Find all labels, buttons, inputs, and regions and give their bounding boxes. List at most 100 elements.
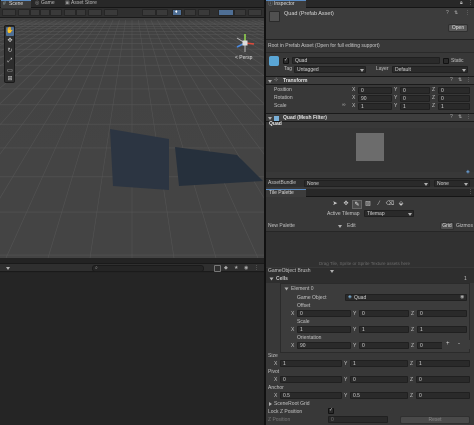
rect-tool-icon[interactable]: ▭	[6, 67, 14, 76]
pivot-z-field[interactable]: 0	[416, 376, 470, 383]
anchor-y-field[interactable]: 0.5	[350, 392, 408, 399]
remove-element-button[interactable]: -	[458, 341, 460, 347]
active-checkbox[interactable]: ✓	[283, 58, 289, 64]
reset-button[interactable]: Reset	[400, 416, 470, 424]
grid-visibility-button[interactable]	[184, 9, 196, 16]
cell-scale-z-field[interactable]: 1	[417, 326, 467, 333]
grid-toggle-button[interactable]: Grid	[440, 222, 454, 230]
anchor-z-field[interactable]: 0	[416, 392, 470, 399]
scene-light-toggle[interactable]	[198, 9, 210, 16]
audio-toggle[interactable]	[40, 9, 50, 16]
lock-icon[interactable]: 🔒︎	[460, 1, 463, 6]
gizmo-toggle[interactable]	[218, 9, 234, 16]
camera-settings-button[interactable]	[142, 9, 156, 16]
tab-asset-store[interactable]: ▣ Asset Store	[63, 0, 105, 8]
pivot-y-field[interactable]: 0	[350, 376, 408, 383]
asset-bundle-dropdown[interactable]: None	[304, 180, 430, 187]
project-search-input[interactable]: ⌕	[92, 265, 204, 272]
persp-label[interactable]: < Persp	[235, 56, 252, 61]
position-y-field[interactable]: 0	[400, 87, 430, 94]
transform-tool-icon[interactable]: ⊞	[6, 76, 14, 83]
rotation-z-field[interactable]: 0	[438, 95, 470, 102]
palette-dropdown-label[interactable]: New Palette	[268, 224, 295, 229]
move-tool-icon[interactable]: ✥	[6, 37, 14, 46]
scale-z-field[interactable]: 1	[438, 103, 470, 110]
scale-tool-icon[interactable]: ⤢	[6, 57, 14, 66]
visibility-icon[interactable]: ◉	[244, 265, 251, 272]
context-menu-icon[interactable]: ⋮	[465, 11, 470, 16]
flood-fill-icon[interactable]: ⬙	[396, 200, 406, 209]
transform-presets-icon[interactable]: ⇅	[458, 78, 462, 83]
game-object-field[interactable]: ◈ Quad ◉	[345, 294, 467, 301]
tab-game[interactable]: ◎ Game	[32, 0, 62, 8]
move-palette-tool-icon[interactable]: ✥	[341, 200, 351, 209]
transform-header[interactable]: ⊹ Transform ? ⇅ ⋮	[266, 76, 474, 85]
visibility-toggle[interactable]	[64, 9, 76, 16]
rotate-tool-icon[interactable]: ↻	[6, 47, 14, 56]
scale-x-field[interactable]: 1	[358, 103, 392, 110]
mesh-filter-menu-icon[interactable]: ⋮	[466, 115, 471, 120]
object-picker-icon[interactable]: ◉	[460, 295, 464, 300]
open-prefab-button[interactable]: Open	[448, 24, 468, 32]
scene-viewport[interactable]: ✋ ✥ ↻ ⤢ ▭ ⊞ < Persp	[0, 18, 264, 258]
anchor-x-field[interactable]: 0.5	[280, 392, 342, 399]
hand-tool-icon[interactable]: ✋	[6, 27, 14, 36]
tab-inspector[interactable]: ⓘ Inspector	[266, 0, 306, 8]
tab-menu-icon[interactable]: ⋮	[468, 1, 473, 6]
offset-y-field[interactable]: 0	[359, 310, 409, 317]
cell-scale-x-field[interactable]: 1	[297, 326, 351, 333]
paint-brush-icon[interactable]: ✎	[352, 200, 362, 209]
create-dropdown[interactable]	[4, 265, 12, 271]
filter-by-type-icon[interactable]	[214, 265, 221, 272]
transform-menu-icon[interactable]: ⋮	[466, 78, 471, 83]
z-position-field[interactable]: 0	[328, 416, 388, 423]
active-tilemap-dropdown[interactable]: Tilemap	[364, 210, 414, 217]
constrain-proportions-icon[interactable]: ∞	[342, 103, 346, 108]
position-z-field[interactable]: 0	[438, 87, 470, 94]
tile-palette-toggle[interactable]: ♦	[172, 9, 182, 16]
transform-help-icon[interactable]: ?	[450, 78, 453, 83]
tab-scene[interactable]: # Scene	[1, 0, 31, 8]
position-x-field[interactable]: 0	[358, 87, 392, 94]
tab-tile-palette[interactable]: Tile Palette	[266, 189, 306, 197]
gizmos-toggle-button[interactable]: Gizmos	[456, 224, 473, 229]
select-tool-icon[interactable]: ➤	[330, 200, 340, 209]
size-y-field[interactable]: 1	[350, 360, 408, 367]
mesh-filter-header[interactable]: Quad (Mesh Filter) ? ⇅ ⋮	[266, 113, 474, 122]
object-name-field[interactable]: Quad	[292, 57, 440, 64]
filter-by-label-icon[interactable]: ◆	[224, 265, 231, 272]
size-z-field[interactable]: 1	[416, 360, 470, 367]
static-checkbox[interactable]	[443, 58, 449, 64]
brush-dropdown-label[interactable]: GameObject Brush	[268, 269, 311, 274]
asset-bundle-variant-dropdown[interactable]: None	[434, 180, 470, 187]
presets-icon[interactable]: ⇅	[454, 11, 458, 16]
gizmos-dropdown[interactable]	[234, 9, 246, 16]
rotation-x-field[interactable]: 90	[358, 95, 392, 102]
lock-z-position-checkbox[interactable]: ✓	[328, 408, 334, 414]
tile-palette-menu-icon[interactable]: ⋮	[468, 190, 473, 195]
cell-scale-y-field[interactable]: 1	[359, 326, 409, 333]
orientation-x-field[interactable]: 90	[297, 342, 351, 349]
offset-x-field[interactable]: 0	[297, 310, 351, 317]
layer-dropdown[interactable]: Default	[392, 66, 468, 73]
scale-y-field[interactable]: 1	[400, 103, 430, 110]
count-icon[interactable]: ⋮	[254, 265, 262, 272]
mesh-filter-presets-icon[interactable]: ⇅	[458, 115, 462, 120]
scene-more-button[interactable]	[248, 9, 262, 16]
grid-toggle[interactable]	[88, 9, 102, 16]
mesh-filter-help-icon[interactable]: ?	[450, 115, 453, 120]
box-fill-icon[interactable]: ▨	[363, 200, 373, 209]
hidden-objects-toggle[interactable]	[76, 9, 86, 16]
help-icon[interactable]: ?	[446, 11, 449, 16]
lighting-toggle[interactable]	[30, 9, 40, 16]
orientation-y-field[interactable]: 0	[359, 342, 409, 349]
offset-z-field[interactable]: 0	[417, 310, 467, 317]
add-element-button[interactable]: +	[446, 341, 450, 347]
snap-toggle[interactable]	[104, 9, 118, 16]
2d-toggle[interactable]	[18, 9, 30, 16]
palette-drop-area[interactable]: Drag Tile, Sprite or Sprite Texture asse…	[266, 231, 474, 267]
orientation-gizmo[interactable]	[234, 32, 256, 54]
scene-search-toggle[interactable]	[156, 9, 168, 16]
size-x-field[interactable]: 1	[280, 360, 342, 367]
rotation-y-field[interactable]: 0	[400, 95, 430, 102]
